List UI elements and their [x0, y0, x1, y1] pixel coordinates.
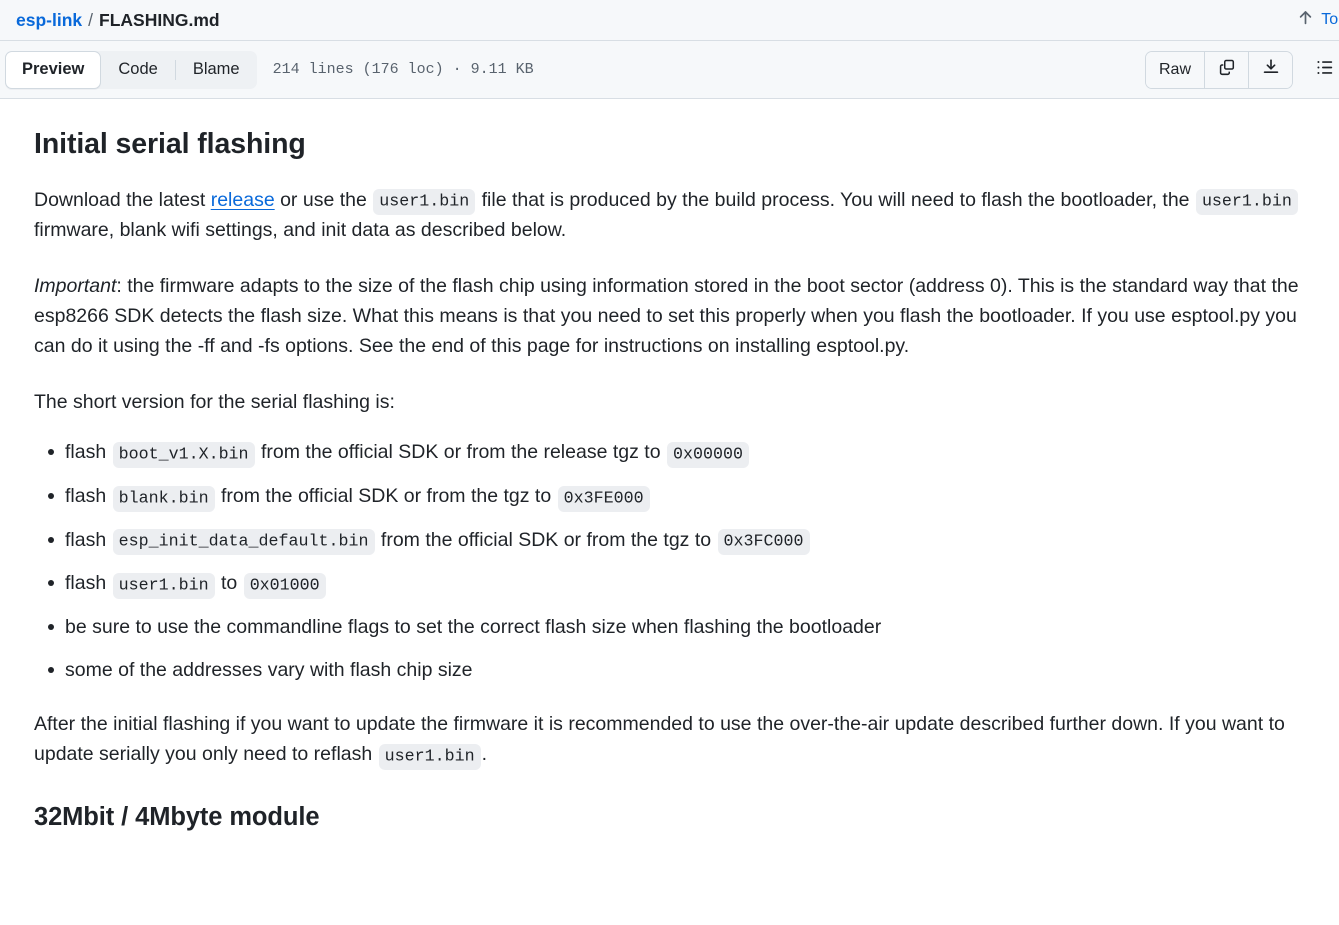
paragraph-after-flashing: After the initial flashing if you want t…	[34, 709, 1305, 770]
li1-code2: 0x3FE000	[557, 485, 650, 512]
outline-list-icon	[1315, 58, 1334, 82]
li5-pre: some of the addresses vary with flash ch…	[65, 659, 473, 682]
copy-icon	[1218, 58, 1236, 81]
list-item: flash blank.bin from the official SDK or…	[48, 481, 1305, 512]
scroll-to-top-label: Top	[1321, 11, 1339, 28]
markdown-content: Initial serial flashing Download the lat…	[0, 99, 1339, 834]
toolbar-right-group: Raw	[1144, 50, 1332, 89]
li4-pre: be sure to use the commandline flags to …	[65, 616, 882, 639]
view-mode-segmented-control: Preview Code Blame	[5, 50, 257, 89]
code-user1-bin-2: user1.bin	[1195, 189, 1298, 216]
breadcrumb-separator: /	[88, 9, 94, 30]
file-actions-button-group: Raw	[1144, 50, 1293, 89]
download-button[interactable]	[1248, 51, 1292, 88]
li3-code2: 0x01000	[243, 572, 326, 599]
outline-toggle-button[interactable]	[1309, 53, 1339, 87]
li0-code1: boot_v1.X.bin	[112, 441, 255, 468]
file-stats-text: 214 lines (176 loc) · 9.11 KB	[272, 61, 534, 78]
breadcrumb-bar: esp-link / FLASHING.md Top	[0, 0, 1339, 41]
li3-pre: flash	[65, 572, 112, 595]
li2-mid: from the official SDK or from the tgz to	[375, 528, 717, 551]
code-user1-bin-3: user1.bin	[378, 743, 481, 770]
li0-pre: flash	[65, 441, 112, 464]
release-link[interactable]: release	[211, 189, 275, 211]
flash-steps-list: flash boot_v1.X.bin from the official SD…	[34, 437, 1305, 685]
li2-code2: 0x3FC000	[717, 529, 810, 556]
li1-mid: from the official SDK or from the tgz to	[215, 485, 557, 508]
section-heading-module: 32Mbit / 4Mbyte module	[34, 802, 320, 831]
code-user1-bin-1: user1.bin	[373, 189, 476, 216]
p1-text-c: file that is produced by the build proce…	[476, 188, 1195, 211]
li3-code1: user1.bin	[112, 572, 215, 599]
arrow-up-icon	[1297, 9, 1314, 31]
tab-preview[interactable]: Preview	[5, 50, 102, 89]
important-emphasis: Important	[34, 275, 117, 298]
list-item: flash user1.bin to 0x01000	[48, 568, 1305, 599]
scroll-to-top-link[interactable]: Top	[1297, 9, 1339, 31]
li2-pre: flash	[65, 528, 112, 551]
p1-text-b: or use the	[274, 188, 373, 211]
toolbar-left-group: Preview Code Blame 214 lines (176 loc) ·…	[5, 50, 534, 89]
list-item: be sure to use the commandline flags to …	[48, 612, 1305, 642]
p2-text: : the firmware adapts to the size of the…	[34, 275, 1299, 358]
copy-button[interactable]	[1204, 51, 1248, 88]
page-title: Initial serial flashing	[34, 128, 306, 160]
p1-text-a: Download the latest	[34, 188, 211, 211]
li0-code2: 0x00000	[666, 441, 749, 468]
breadcrumb-repo-link[interactable]: esp-link	[16, 10, 82, 31]
list-item: flash esp_init_data_default.bin from the…	[48, 525, 1305, 556]
tab-blame[interactable]: Blame	[176, 51, 257, 89]
raw-button[interactable]: Raw	[1145, 51, 1204, 88]
breadcrumb-file-name: FLASHING.md	[99, 9, 220, 30]
li1-pre: flash	[65, 485, 112, 508]
paragraph-download: Download the latest release or use the u…	[34, 185, 1305, 246]
li0-mid: from the official SDK or from the releas…	[255, 441, 666, 464]
download-icon	[1262, 58, 1280, 81]
file-toolbar: Preview Code Blame 214 lines (176 loc) ·…	[0, 41, 1339, 99]
tab-code[interactable]: Code	[101, 51, 174, 89]
li2-code1: esp_init_data_default.bin	[112, 529, 375, 556]
list-item: flash boot_v1.X.bin from the official SD…	[48, 437, 1305, 468]
p4-text-b: .	[481, 743, 488, 766]
paragraph-important: Important: the firmware adapts to the si…	[34, 271, 1305, 361]
p1-text-d: firmware, blank wifi settings, and init …	[34, 219, 567, 242]
breadcrumb: esp-link / FLASHING.md	[16, 10, 220, 31]
paragraph-short-version: The short version for the serial flashin…	[34, 391, 395, 414]
list-item: some of the addresses vary with flash ch…	[48, 655, 1305, 685]
p4-text-a: After the initial flashing if you want t…	[34, 713, 1285, 766]
li1-code1: blank.bin	[112, 485, 215, 512]
li3-mid: to	[215, 572, 243, 595]
